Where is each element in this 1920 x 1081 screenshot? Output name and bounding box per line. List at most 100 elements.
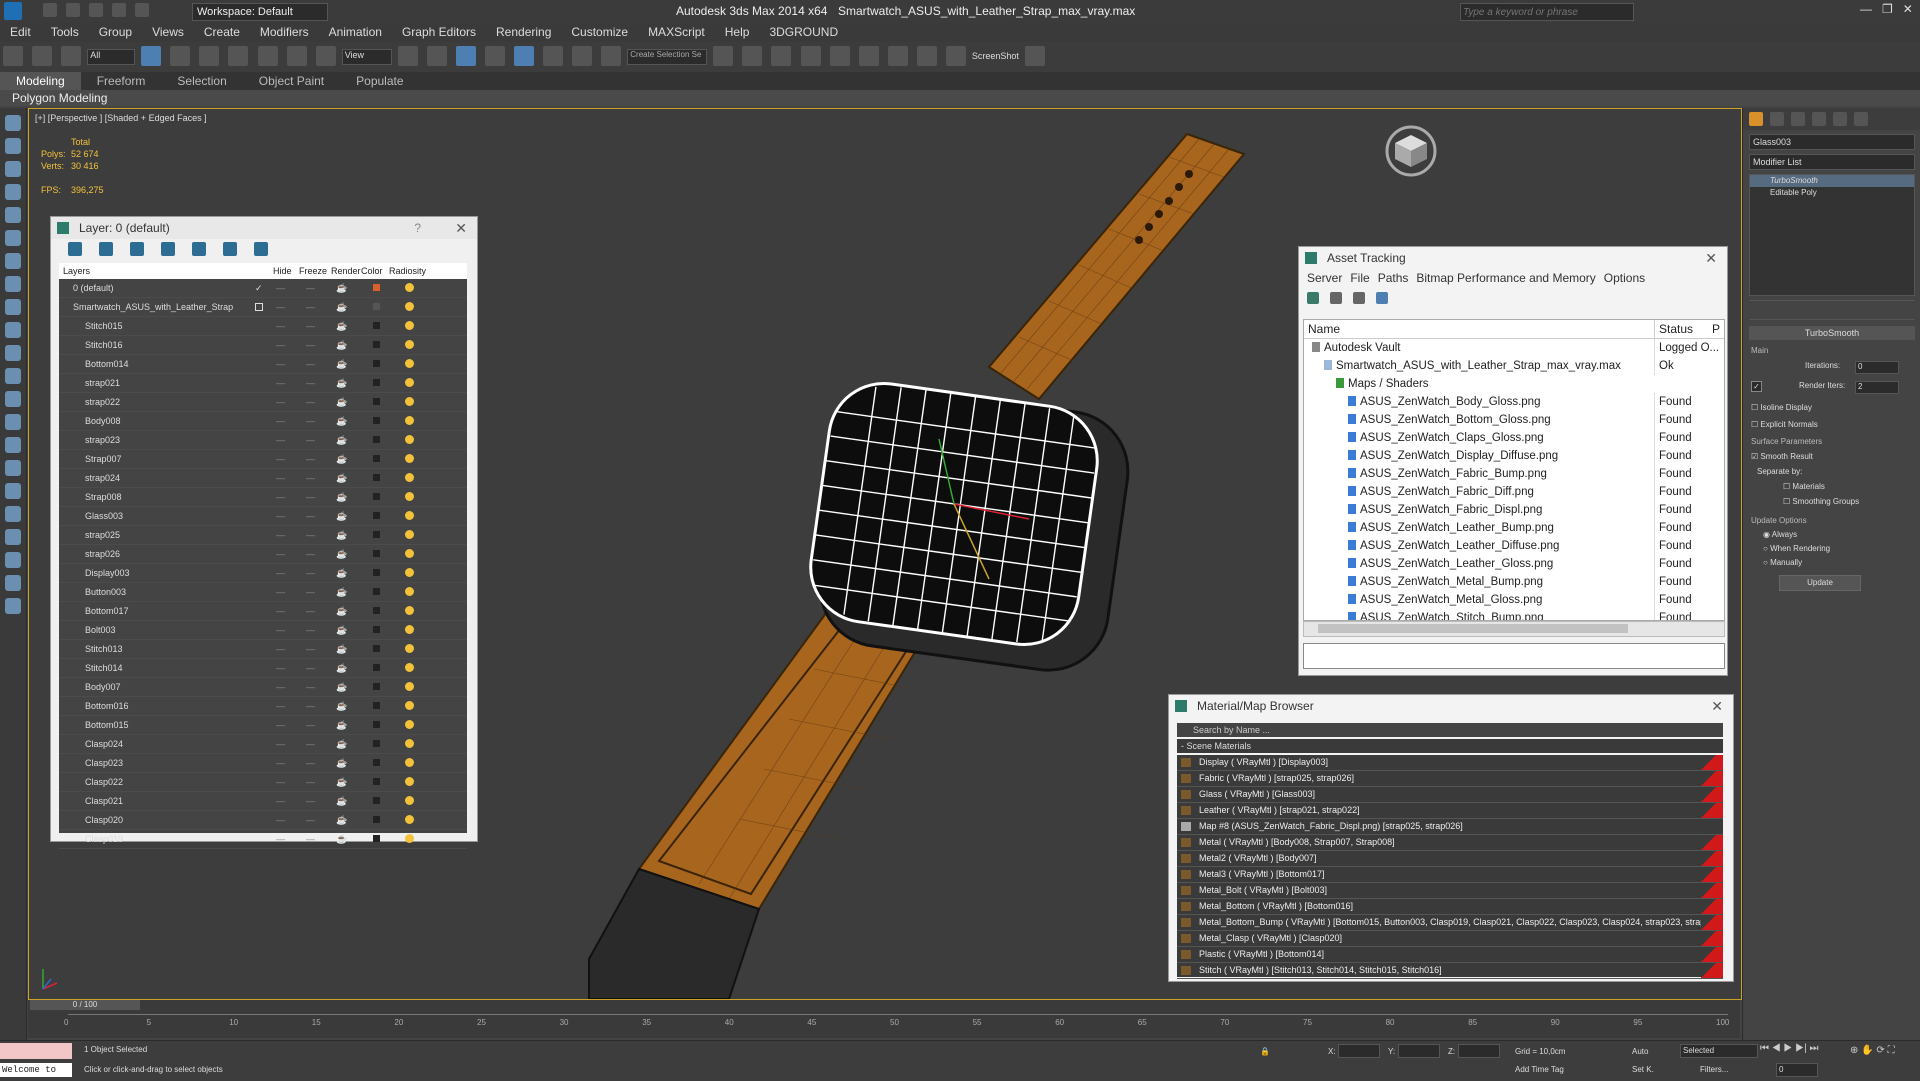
hide-toggle[interactable]: — <box>276 773 285 791</box>
radiosity-icon[interactable] <box>405 473 414 482</box>
material-row[interactable]: Metal2 ( VRayMtl ) [Body007] <box>1177 851 1723 867</box>
menu-item-graph-editors[interactable]: Graph Editors <box>392 22 486 39</box>
select-objects-icon[interactable] <box>161 242 176 256</box>
redo-icon[interactable] <box>135 3 150 17</box>
render-teapot-icon[interactable]: ☕ <box>336 564 347 582</box>
render-teapot-icon[interactable]: ☕ <box>336 412 347 430</box>
rect-selection-icon[interactable] <box>199 46 220 66</box>
manually-radio[interactable]: ○ Manually <box>1763 558 1901 567</box>
render-teapot-icon[interactable]: ☕ <box>336 298 347 316</box>
ribbon-tab-freeform[interactable]: Freeform <box>81 72 162 90</box>
render-teapot-icon[interactable]: ☕ <box>336 393 347 411</box>
render-teapot-icon[interactable]: ☕ <box>336 716 347 734</box>
table-view-icon[interactable] <box>1376 292 1389 304</box>
layer-row[interactable]: Stitch014 — — ☕ <box>59 659 467 678</box>
spinner-snap-icon[interactable] <box>572 46 593 66</box>
freeze-toggle[interactable]: — <box>306 393 315 411</box>
hide-toggle[interactable]: — <box>276 640 285 658</box>
render-teapot-icon[interactable]: ☕ <box>336 374 347 392</box>
manipulate-icon[interactable] <box>426 46 447 66</box>
asset-menu-bitmap-performance-and-memory[interactable]: Bitmap Performance and Memory <box>1416 271 1595 285</box>
asset-row[interactable]: Smartwatch_ASUS_with_Leather_Strap_max_v… <box>1304 357 1724 375</box>
material-row[interactable]: Display ( VRayMtl ) [Display003] <box>1177 755 1723 771</box>
layer-row[interactable]: Display003 — — ☕ <box>59 564 467 583</box>
render-teapot-icon[interactable]: ☕ <box>336 621 347 639</box>
color-swatch[interactable] <box>373 379 380 386</box>
mirror-icon[interactable] <box>713 46 734 66</box>
screenshot-label[interactable]: ScreenShot <box>972 51 1019 61</box>
freeze-toggle[interactable]: — <box>306 431 315 449</box>
freeze-all-icon[interactable] <box>254 242 269 256</box>
freeze-toggle[interactable]: — <box>306 602 315 620</box>
ribbon-toggle-icon[interactable] <box>800 46 821 66</box>
render-teapot-icon[interactable]: ☕ <box>336 279 347 297</box>
hide-toggle[interactable]: — <box>276 412 285 430</box>
freeze-toggle[interactable]: — <box>306 279 315 297</box>
layer-row[interactable]: 0 (default) ✓ — — ☕ <box>59 279 467 298</box>
scene-materials-group[interactable]: - Scene Materials <box>1177 739 1723 753</box>
torus-icon[interactable] <box>5 391 21 407</box>
material-list[interactable]: Display ( VRayMtl ) [Display003] Fabric (… <box>1177 755 1723 979</box>
radiosity-icon[interactable] <box>405 378 414 387</box>
radiosity-icon[interactable] <box>405 530 414 539</box>
current-frame-field[interactable]: 0 <box>1776 1063 1818 1077</box>
create-icon[interactable] <box>5 138 21 154</box>
radiosity-icon[interactable] <box>405 568 414 577</box>
layer-row[interactable]: Strap007 — — ☕ <box>59 450 467 469</box>
globe-icon[interactable] <box>5 529 21 545</box>
material-row[interactable]: Metal3 ( VRayMtl ) [Bottom017] <box>1177 867 1723 883</box>
material-row[interactable]: Stitch ( VRayMtl ) [Stitch013, Stitch014… <box>1177 963 1723 979</box>
color-swatch[interactable] <box>373 455 380 462</box>
freeze-toggle[interactable]: — <box>306 735 315 753</box>
material-row[interactable]: Metal_Bottom ( VRayMtl ) [Bottom016] <box>1177 899 1723 915</box>
asset-row[interactable]: ASUS_ZenWatch_Fabric_Displ.png Found <box>1304 501 1724 519</box>
angle-snap-icon[interactable] <box>514 46 534 66</box>
render-teapot-icon[interactable]: ☕ <box>336 792 347 810</box>
orbit-icon[interactable]: ⟳ <box>1876 1045 1884 1056</box>
render-teapot-icon[interactable]: ☕ <box>336 754 347 772</box>
time-slider[interactable]: 0 / 100 <box>30 1000 140 1010</box>
freeze-toggle[interactable]: — <box>306 678 315 696</box>
hide-toggle[interactable]: — <box>276 659 285 677</box>
material-row[interactable]: Metal_Bolt ( VRayMtl ) [Bolt003] <box>1177 883 1723 899</box>
asset-row[interactable]: ASUS_ZenWatch_Fabric_Diff.png Found <box>1304 483 1724 501</box>
set-key-button[interactable]: Set K. <box>1632 1065 1654 1074</box>
asset-row[interactable]: ASUS_ZenWatch_Claps_Gloss.png Found <box>1304 429 1724 447</box>
color-swatch[interactable] <box>373 322 380 329</box>
hide-toggle[interactable]: — <box>276 279 285 297</box>
render-teapot-icon[interactable]: ☕ <box>336 507 347 525</box>
search-input[interactable] <box>1460 3 1634 21</box>
layer-row[interactable]: Clasp021 — — ☕ <box>59 792 467 811</box>
asset-path-field[interactable] <box>1303 643 1725 669</box>
color-swatch[interactable] <box>373 417 380 424</box>
asset-table[interactable]: Name Status P Autodesk Vault Logged O... S… <box>1303 319 1725 621</box>
app-logo-icon[interactable] <box>4 2 22 20</box>
radiosity-icon[interactable] <box>405 796 414 805</box>
color-swatch[interactable] <box>373 436 380 443</box>
maxscript-listener[interactable] <box>0 1043 72 1059</box>
radiosity-icon[interactable] <box>405 701 414 710</box>
hide-toggle[interactable]: — <box>276 545 285 563</box>
auto-key-button[interactable]: Auto <box>1632 1047 1648 1056</box>
freeze-toggle[interactable]: — <box>306 792 315 810</box>
list-view-icon[interactable] <box>1330 292 1343 304</box>
freeze-toggle[interactable]: — <box>306 317 315 335</box>
snap-toggle-icon[interactable] <box>484 46 505 66</box>
col-name[interactable]: Name <box>1308 320 1340 338</box>
col-p[interactable]: P <box>1712 320 1720 338</box>
asset-row[interactable]: ASUS_ZenWatch_Display_Diffuse.png Found <box>1304 447 1724 465</box>
zoom-icon[interactable]: ⊕ <box>1850 1045 1858 1056</box>
freeze-toggle[interactable]: — <box>306 488 315 506</box>
material-row[interactable]: Plastic ( VRayMtl ) [Bottom014] <box>1177 947 1723 963</box>
radiosity-icon[interactable] <box>405 815 414 824</box>
hide-toggle[interactable]: — <box>276 488 285 506</box>
layer-row[interactable]: Clasp022 — — ☕ <box>59 773 467 792</box>
hair-icon[interactable] <box>5 483 21 499</box>
radiosity-icon[interactable] <box>405 511 414 520</box>
geometry-icon[interactable] <box>5 161 21 177</box>
render-teapot-icon[interactable]: ☕ <box>336 317 347 335</box>
rotate-icon[interactable] <box>286 46 307 66</box>
script-icon[interactable] <box>5 575 21 591</box>
material-editor-icon[interactable] <box>887 46 908 66</box>
next-frame-icon[interactable]: ▶| <box>1795 1043 1807 1054</box>
